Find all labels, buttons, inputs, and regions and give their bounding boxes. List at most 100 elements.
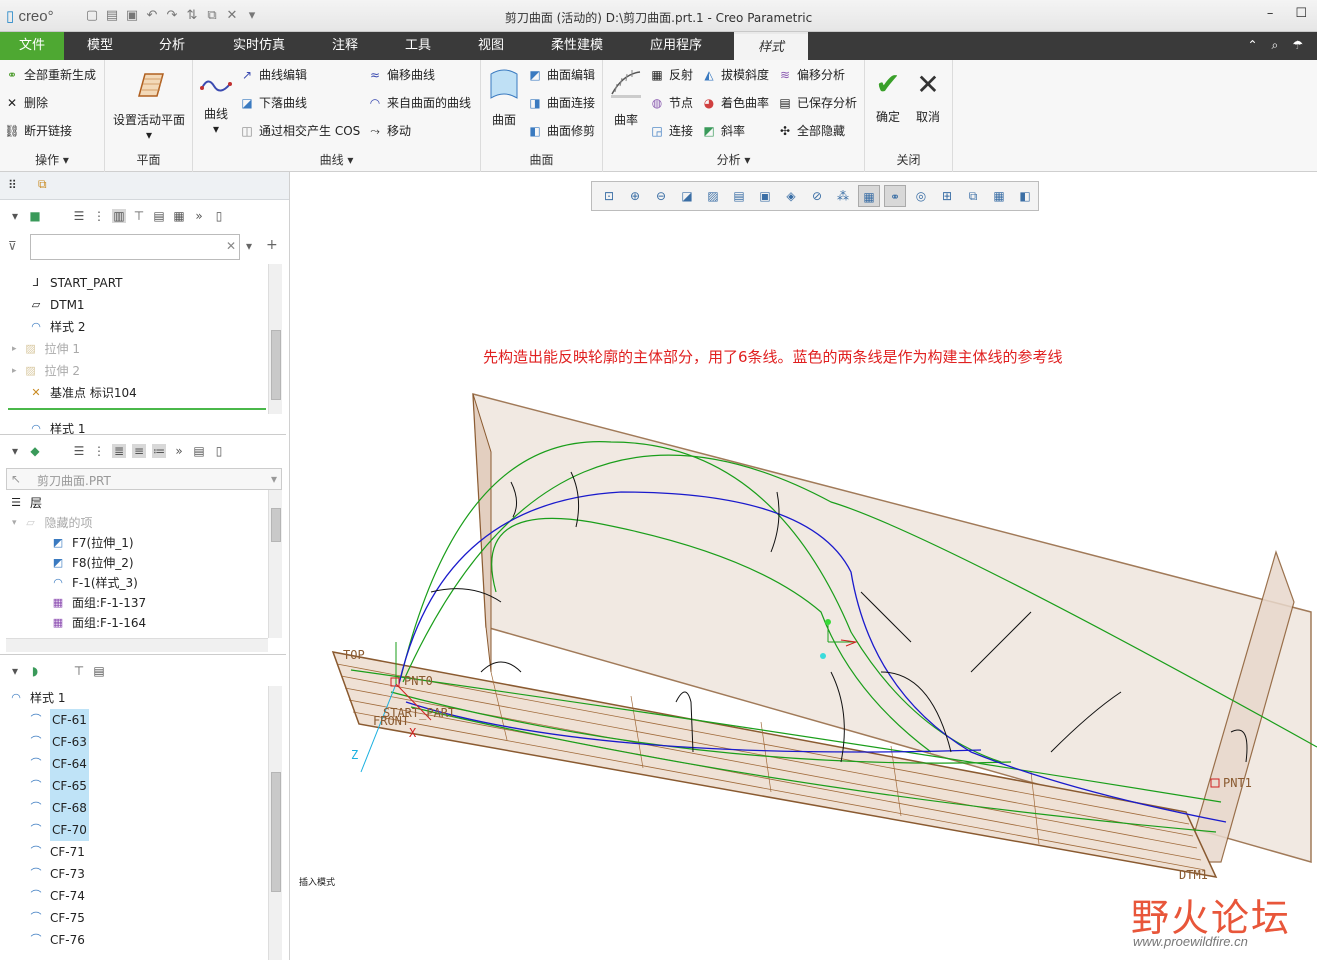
style-curve-item[interactable]: ⌒ CF-73 [28,863,85,885]
hide-all-button[interactable]: ✣ 全部隐藏 [777,122,845,139]
layer-root[interactable]: ☰ 层 [8,492,42,514]
search-options-icon[interactable]: ▾ [246,239,252,253]
group-title-analysis[interactable]: 分析 ▾ [603,151,864,168]
curve-button[interactable]: 曲线 ▾ [197,74,235,136]
layer-columns-icon[interactable]: ⋮ [92,444,106,458]
layer-isolate-icon[interactable]: ≔ [152,444,166,458]
curve-from-surface-button[interactable]: ◠ 来自曲面的曲线 [367,94,471,111]
more-icon[interactable]: » [172,444,186,458]
insert-here-line[interactable] [8,408,266,410]
delete-button[interactable]: ✕ 删除 [4,94,48,111]
layer-item[interactable]: ◩ F8(拉伸_2) [50,552,134,574]
surface-edit-button[interactable]: ◩ 曲面编辑 [527,66,595,83]
style-tree-scrollbar[interactable] [268,686,282,960]
shaded-curvature-button[interactable]: ◕ 着色曲率 [701,94,769,111]
tree-item-style2[interactable]: ◠ 样式 2 [28,316,85,338]
layer-show-icon[interactable]: ≣ [112,444,126,458]
search-icon[interactable]: ⌕ [1272,38,1279,53]
cos-intersect-button[interactable]: ◫ 通过相交产生 COS [239,122,360,139]
tab-tools[interactable]: 工具 [380,32,456,60]
style-view-icon[interactable]: ▤ [92,664,106,678]
tree-layout-icon[interactable]: ▥ [112,209,126,223]
set-active-plane-button[interactable]: 设置活动平面 ▾ [109,68,189,142]
more-icon[interactable]: » [192,209,206,223]
style-curve-item[interactable]: ⌒ CF-76 [28,929,85,951]
layer-item[interactable]: ◩ F7(拉伸_1) [50,532,134,554]
expand-icon[interactable]: ▸ [12,360,17,382]
folder-browser-tab-icon[interactable]: ⧉ [38,177,47,192]
layer-item[interactable]: ▦ 面组:F-1-137 [50,592,146,614]
style-curve-item[interactable]: ⌒ CF-65 [28,775,89,797]
graphics-viewport[interactable]: ⊡ ⊕ ⊖ ◪ ▨ ▤ ▣ ◈ ⊘ ⁂ ▦ ⚭ ◎ ⊞ ⧉ ▦ ◧ 先构造出能反… [291,172,1317,960]
tab-analysis[interactable]: 分析 [136,32,208,60]
maximize-button[interactable]: ☐ [1295,6,1307,21]
offset-curve-button[interactable]: ≈ 偏移曲线 [367,66,435,83]
style-curve-item[interactable]: ⌒ CF-61 [28,709,89,731]
style-tree-root[interactable]: ◠ 样式 1 [8,687,65,709]
tree-props-icon[interactable]: ▦ [172,209,186,223]
style-curve-item[interactable]: ⌒ CF-64 [28,753,89,775]
tree-view-icon[interactable]: ▤ [152,209,166,223]
layer-part-select[interactable]: ↖ 剪刀曲面.PRT ▾ [6,468,282,490]
layer-props-icon[interactable]: ▤ [192,444,206,458]
saved-analysis-button[interactable]: ▤ 已保存分析 [777,94,857,111]
tab-flexible-modeling[interactable]: 柔性建模 [526,32,628,60]
slope-button[interactable]: ◩ 斜率 [701,122,745,139]
style-curve-item[interactable]: ⌒ CF-75 [28,907,85,929]
surface-connect-button[interactable]: ◨ 曲面连接 [527,94,595,111]
tab-file[interactable]: 文件 [0,32,64,60]
tab-view[interactable]: 视图 [456,32,526,60]
style-filter-icon[interactable]: ⊤ [72,664,86,678]
tree-item-extrude1[interactable]: ▸ ▨ 拉伸 1 [12,338,80,360]
curve-edit-button[interactable]: ↗ 曲线编辑 [239,66,307,83]
style-curve-item[interactable]: ⌒ CF-74 [28,885,85,907]
reflection-button[interactable]: ▦ 反射 [649,66,693,83]
tree-search-input[interactable] [30,234,240,260]
layer-hide-icon[interactable]: ≡ [132,444,146,458]
tree-settings-icon[interactable]: ☰ [72,209,86,223]
ok-button[interactable]: ✔ 确定 [867,68,909,125]
style-curve-item[interactable]: ⌒ CF-63 [28,731,89,753]
minimize-button[interactable]: – [1267,6,1274,21]
tab-applications[interactable]: 应用程序 [628,32,724,60]
draft-button[interactable]: ◭ 拔模斜度 [701,66,769,83]
layer-settings-icon[interactable]: ☰ [72,444,86,458]
layer-item[interactable]: ▦ 面组:F-1-164 [50,612,146,634]
regenerate-all-button[interactable]: ⚭ 全部重新生成 [4,66,96,83]
tree-item-style1[interactable]: ◠ 样式 1 [28,418,85,434]
node-button[interactable]: ◍ 节点 [649,94,693,111]
curvature-button[interactable]: 曲率 [607,66,645,128]
layer-hidden-items[interactable]: ▾ ▱ 隐藏的项 [12,512,93,534]
collapse-icon[interactable]: ▾ [12,512,17,534]
surface-button[interactable]: 曲面 [485,66,523,128]
tab-model[interactable]: 模型 [64,32,136,60]
layer-hscrollbar[interactable] [6,638,268,652]
tab-annotate[interactable]: 注释 [310,32,380,60]
cancel-button[interactable]: ✕ 取消 [907,68,949,125]
layer-tree-scrollbar[interactable] [268,490,282,638]
tree-item-datum-point[interactable]: ✕ 基准点 标识104 [28,382,136,404]
tree-item-extrude2[interactable]: ▸ ▨ 拉伸 2 [12,360,80,382]
group-title-operations[interactable]: 操作 ▾ [0,151,104,168]
layer-dropdown-icon[interactable]: ▾ [8,444,22,458]
group-title-curves[interactable]: 曲线 ▾ [193,151,480,168]
model-tree-scrollbar[interactable] [268,264,282,414]
style-dropdown-icon[interactable]: ▾ [8,664,22,678]
tree-filter-icon[interactable]: ⊤ [132,209,146,223]
style-curve-item[interactable]: ⌒ CF-68 [28,797,89,819]
model-tree-tab-icon[interactable]: ⠿ [8,178,17,192]
connect-analysis-button[interactable]: ◲ 连接 [649,122,693,139]
move-button[interactable]: ⤳ 移动 [367,122,411,139]
add-icon[interactable]: + [266,237,278,253]
clear-search-icon[interactable]: ✕ [226,239,236,253]
style-curve-item[interactable]: ⌒ CF-71 [28,841,85,863]
surface-trim-button[interactable]: ◧ 曲面修剪 [527,122,595,139]
offset-analysis-button[interactable]: ≋ 偏移分析 [777,66,845,83]
tab-style[interactable]: 样式 [734,32,808,60]
tree-item-dtm1[interactable]: ▱ DTM1 [28,294,85,316]
tab-simulation[interactable]: 实时仿真 [208,32,310,60]
layer-item[interactable]: ◠ F-1(样式_3) [50,572,138,594]
help-icon[interactable]: ☂ [1292,38,1303,53]
model-tree-dropdown-icon[interactable]: ▾ [8,209,22,223]
notes-icon[interactable]: ▯ [212,209,226,223]
